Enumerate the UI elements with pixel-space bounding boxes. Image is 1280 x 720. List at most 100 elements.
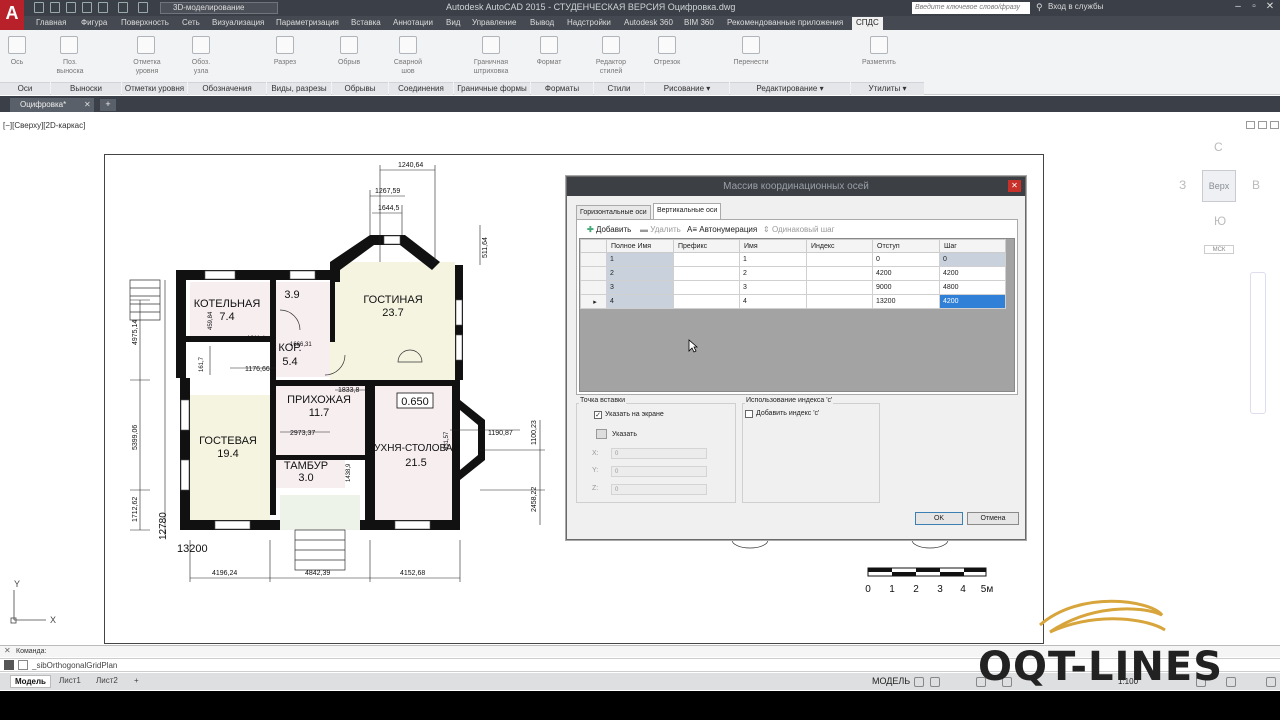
equal-step-button[interactable]: ⇕ Одинаковый шаг — [763, 225, 835, 234]
col-header[interactable]: Префикс — [673, 239, 740, 253]
tab-addins[interactable]: Надстройки — [567, 18, 611, 27]
cell-index[interactable] — [806, 280, 873, 295]
table-row[interactable]: ▸ 4 4 13200 4200 — [580, 294, 1006, 309]
x-field[interactable]: 0 — [611, 448, 707, 459]
cell-full-name[interactable]: 1 — [606, 252, 674, 267]
axis-icon[interactable] — [8, 36, 26, 54]
row-header[interactable] — [580, 266, 607, 281]
col-header[interactable]: Шаг — [939, 239, 1006, 253]
open-icon[interactable] — [50, 2, 60, 13]
grid-toggle-icon[interactable] — [914, 677, 924, 687]
table-row[interactable]: 3 3 9000 4800 — [580, 280, 1006, 295]
viewcube-north[interactable]: С — [1214, 140, 1223, 154]
model-space-button[interactable]: МОДЕЛЬ — [872, 676, 910, 686]
pick-point-icon[interactable] — [596, 429, 607, 439]
tab-parametric[interactable]: Параметризация — [276, 18, 339, 27]
row-header[interactable] — [580, 252, 607, 267]
line-icon[interactable] — [658, 36, 676, 54]
cell-step-selected[interactable]: 4200 — [939, 294, 1006, 309]
tab-vertical-axes[interactable]: Вертикальные оси — [653, 203, 722, 220]
autocad-logo[interactable]: A — [0, 0, 24, 30]
recent-commands-icon[interactable] — [18, 660, 28, 670]
ok-button[interactable]: OK — [915, 512, 963, 525]
hatch-icon[interactable] — [482, 36, 500, 54]
tab-model[interactable]: Модель — [10, 675, 51, 688]
viewcube-top-face[interactable]: Верх — [1202, 170, 1236, 202]
save-icon[interactable] — [66, 2, 76, 13]
axes-grid[interactable]: Полное Имя Префикс Имя Индекс Отступ Шаг… — [579, 238, 1015, 392]
panel-modify[interactable]: Редактирование ▾ — [730, 82, 850, 95]
workspace-select[interactable]: 3D-моделирование — [160, 2, 278, 14]
panel-draw[interactable]: Рисование ▾ — [645, 82, 729, 95]
cell-name[interactable]: 3 — [739, 280, 807, 295]
tab-manage[interactable]: Управление — [472, 18, 516, 27]
on-screen-checkbox[interactable]: ✓ — [594, 411, 602, 419]
add-button[interactable]: ✚ Добавить — [587, 225, 631, 234]
tab-a360[interactable]: Autodesk 360 — [624, 18, 673, 27]
document-tab[interactable]: Оцифровка* — [10, 98, 94, 112]
style-editor-icon[interactable] — [602, 36, 620, 54]
add-layout-icon[interactable]: + — [130, 675, 143, 688]
col-header[interactable]: Имя — [739, 239, 807, 253]
cell-step[interactable]: 4200 — [939, 266, 1006, 281]
col-header[interactable]: Полное Имя — [606, 239, 674, 253]
cell-index[interactable] — [806, 266, 873, 281]
panel-views[interactable]: Виды, разрезы — [267, 82, 331, 95]
cell-offset[interactable]: 9000 — [872, 280, 940, 295]
cell-offset[interactable]: 4200 — [872, 266, 940, 281]
panel-styles[interactable]: Стили — [594, 82, 644, 95]
new-icon[interactable] — [34, 2, 44, 13]
print-icon[interactable] — [98, 2, 108, 13]
tab-insert[interactable]: Вставка — [351, 18, 381, 27]
cell-offset[interactable]: 0 — [872, 252, 940, 267]
tab-output[interactable]: Вывод — [530, 18, 554, 27]
close-button[interactable]: ✕ — [1262, 1, 1278, 14]
snap-toggle-icon[interactable] — [930, 677, 940, 687]
binoculars-icon[interactable]: ⚲ — [1036, 2, 1045, 13]
tab-mesh[interactable]: Сеть — [182, 18, 200, 27]
tab-spds[interactable]: СПДС — [852, 17, 883, 30]
redo-icon[interactable] — [138, 2, 148, 13]
cell-full-name[interactable]: 3 — [606, 280, 674, 295]
new-doc-tab-button[interactable]: + — [100, 99, 116, 111]
panel-boundary[interactable]: Граничные формы — [454, 82, 530, 95]
tab-surface[interactable]: Поверхность — [121, 18, 169, 27]
table-row[interactable]: 1 1 0 0 — [580, 252, 1006, 267]
viewcube-east[interactable]: В — [1252, 178, 1260, 192]
cell-full-name[interactable]: 4 — [606, 294, 674, 309]
cell-prefix[interactable] — [673, 266, 740, 281]
col-header[interactable]: Индекс — [806, 239, 873, 253]
minimize-button[interactable]: – — [1230, 1, 1246, 14]
section-icon[interactable] — [276, 36, 294, 54]
break-icon[interactable] — [340, 36, 358, 54]
command-close-icon[interactable]: ✕ — [4, 646, 11, 655]
ucs-menu[interactable]: МСК — [1204, 245, 1234, 254]
undo-icon[interactable] — [118, 2, 128, 13]
viewcube-west[interactable]: З — [1179, 178, 1186, 192]
add-index-checkbox[interactable] — [745, 410, 753, 418]
lock-ui-icon[interactable] — [1226, 677, 1236, 687]
cell-step[interactable]: 4800 — [939, 280, 1006, 295]
tab-featured-apps[interactable]: Рекомендованные приложения — [727, 18, 843, 27]
tab-annotate[interactable]: Аннотации — [393, 18, 433, 27]
node-mark-icon[interactable] — [192, 36, 210, 54]
row-current-icon[interactable]: ▸ — [580, 294, 607, 309]
panel-marks[interactable]: Обозначения — [188, 82, 266, 95]
row-header[interactable] — [580, 280, 607, 295]
cell-name[interactable]: 1 — [739, 252, 807, 267]
cell-index[interactable] — [806, 294, 873, 309]
panel-axes[interactable]: Оси — [0, 82, 50, 95]
cell-prefix[interactable] — [673, 252, 740, 267]
tab-view[interactable]: Вид — [446, 18, 460, 27]
tab-sheet2[interactable]: Лист2 — [92, 675, 122, 688]
autonumber-button[interactable]: A≡ Автонумерация — [687, 225, 757, 234]
cell-name[interactable]: 2 — [739, 266, 807, 281]
tab-home[interactable]: Главная — [36, 18, 66, 27]
search-input[interactable]: Введите ключевое слово/фразу — [912, 2, 1030, 14]
login-button[interactable]: Вход в службы — [1048, 2, 1103, 11]
cell-offset[interactable]: 13200 — [872, 294, 940, 309]
cell-full-name[interactable]: 2 — [606, 266, 674, 281]
markup-icon[interactable] — [870, 36, 888, 54]
delete-button[interactable]: ▬ Удалить — [640, 225, 681, 234]
weld-icon[interactable] — [399, 36, 417, 54]
